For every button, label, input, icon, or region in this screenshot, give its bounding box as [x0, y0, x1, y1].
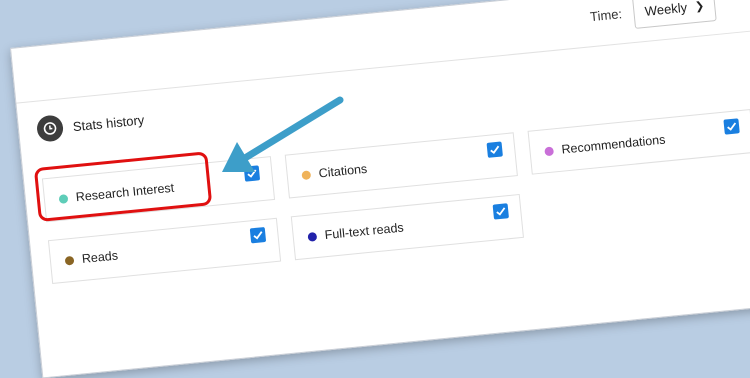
metric-label: Full-text reads: [324, 220, 405, 243]
clock-icon: [35, 114, 65, 143]
time-select-value: Weekly: [644, 0, 688, 19]
divider: [16, 29, 750, 104]
metric-label: Citations: [318, 161, 368, 181]
checkbox[interactable]: [486, 141, 503, 158]
checkbox[interactable]: [249, 227, 267, 244]
metric-label: Recommendations: [560, 132, 666, 157]
stats-header: Stats history: [35, 106, 146, 143]
checkbox[interactable]: [243, 165, 261, 182]
checkbox[interactable]: [723, 118, 740, 135]
metric-card-reads[interactable]: Reads: [47, 217, 282, 285]
stats-title: Stats history: [72, 111, 145, 134]
metric-card-full-text-reads[interactable]: Full-text reads: [290, 193, 524, 261]
time-select[interactable]: Weekly ❯: [632, 0, 717, 29]
metric-card-research-interest[interactable]: Research Interest: [33, 151, 276, 223]
stats-panel: Time: Weekly ❯ Stats history Research In…: [10, 0, 750, 378]
metric-card-recommendations[interactable]: Recommendations: [527, 109, 750, 175]
citations-dot: [301, 169, 312, 180]
metric-label: Research Interest: [75, 180, 175, 205]
time-filter: Time: Weekly ❯: [588, 0, 717, 33]
checkbox[interactable]: [492, 203, 509, 220]
metric-card-citations[interactable]: Citations: [284, 132, 518, 199]
time-label: Time:: [589, 6, 623, 25]
metric-label: Reads: [81, 248, 119, 266]
recommendations-dot: [544, 145, 555, 156]
chevron-down-icon: ❯: [694, 0, 705, 13]
research-interest-dot: [58, 193, 69, 204]
full-text-reads-dot: [307, 231, 318, 242]
reads-dot: [64, 255, 75, 266]
